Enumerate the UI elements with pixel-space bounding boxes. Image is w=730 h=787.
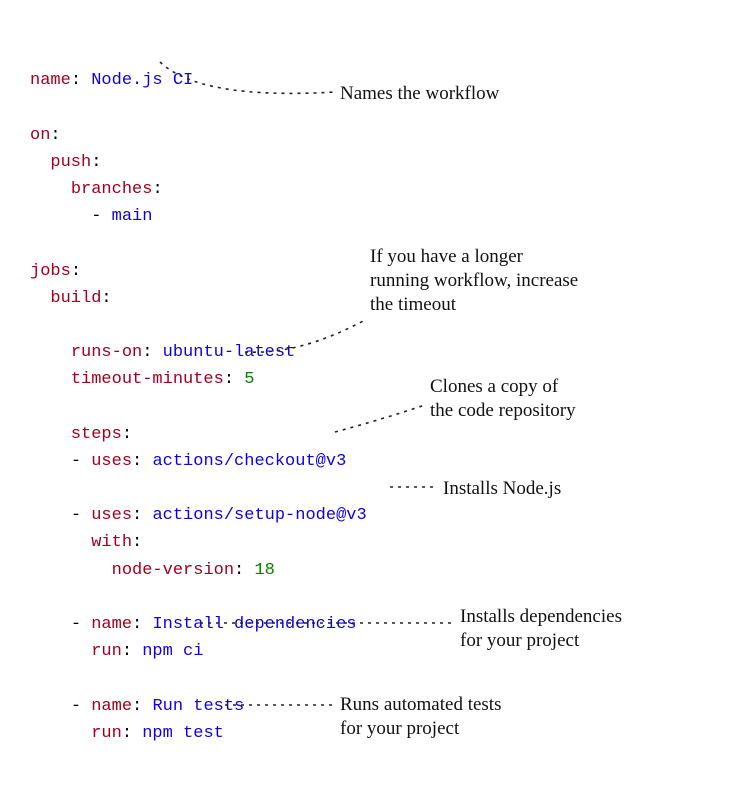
yaml-value: actions/setup-node@v3 [152, 506, 366, 525]
annotation-line: the timeout [370, 294, 456, 315]
yaml-key: build [50, 289, 101, 308]
yaml-value: main [112, 207, 153, 226]
annotation-timeout: If you have a longer running workflow, i… [370, 245, 578, 316]
yaml-key: timeout-minutes [71, 370, 224, 389]
yaml-key: jobs [30, 262, 71, 281]
yaml-value: npm test [142, 724, 224, 743]
yaml-key: with [91, 533, 132, 552]
yaml-value: ubuntu-latest [163, 343, 296, 362]
annotation-line: for your project [460, 630, 579, 651]
yaml-value: 18 [254, 561, 274, 580]
yaml-value: Node.js CI [91, 71, 193, 90]
annotation-line: running workflow, increase [370, 270, 578, 291]
yaml-key: name [30, 71, 71, 90]
annotation-line: Clones a copy of [430, 376, 558, 397]
annotation-install-deps: Installs dependencies for your project [460, 605, 622, 653]
annotation-line: If you have a longer [370, 246, 523, 267]
yaml-value: npm ci [142, 642, 203, 661]
yaml-key: name [91, 697, 132, 716]
yaml-key: steps [71, 425, 122, 444]
yaml-key: node-version [112, 561, 234, 580]
yaml-key: run [91, 724, 122, 743]
yaml-key: push [50, 153, 91, 172]
yaml-key: uses [91, 506, 132, 525]
annotation-line: for your project [340, 718, 459, 739]
yaml-value: actions/checkout@v3 [152, 452, 346, 471]
annotation-checkout: Clones a copy of the code repository [430, 375, 576, 423]
annotation-run-tests: Runs automated tests for your project [340, 693, 501, 741]
yaml-key: on [30, 126, 50, 145]
yaml-value: Run tests [152, 697, 244, 716]
yaml-key: run [91, 642, 122, 661]
yaml-value: 5 [244, 370, 254, 389]
annotation-names-workflow: Names the workflow [340, 82, 499, 106]
yaml-key: uses [91, 452, 132, 471]
annotation-setup-node: Installs Node.js [443, 477, 561, 501]
yaml-key: branches [71, 180, 153, 199]
yaml-key: name [91, 615, 132, 634]
annotation-line: Installs dependencies [460, 606, 622, 627]
yaml-key: runs-on [71, 343, 142, 362]
annotation-line: Runs automated tests [340, 694, 501, 715]
annotation-line: the code repository [430, 400, 576, 421]
yaml-value: Install dependencies [152, 615, 356, 634]
